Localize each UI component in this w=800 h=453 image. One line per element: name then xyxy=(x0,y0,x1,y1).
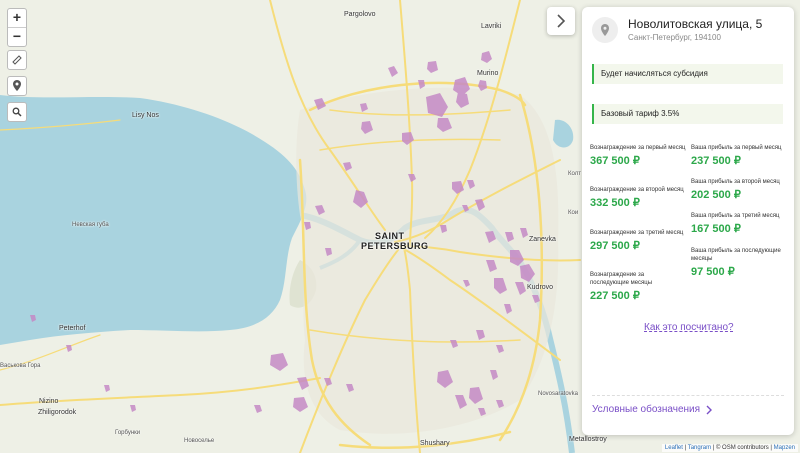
address-title: Новолитовская улица, 5 xyxy=(628,17,763,31)
location-pin-icon xyxy=(601,23,609,36)
tangram-link[interactable]: Tangram xyxy=(688,445,711,451)
reward-value: 227 500 ₽ xyxy=(590,290,640,302)
locate-button[interactable] xyxy=(7,76,27,96)
legend-link-label: Условные обозначения xyxy=(592,404,701,415)
map-label-lavriki: Lavriki xyxy=(481,23,502,30)
map-label-shushary: Shushary xyxy=(420,440,450,447)
reward-value: 297 500 ₽ xyxy=(590,240,640,252)
zoom-control: + − xyxy=(7,8,27,47)
ruler-button[interactable] xyxy=(7,50,27,70)
reward-subsequent-months: Вознаграждение за последующие месяцы 227… xyxy=(590,271,670,302)
map-label-petersburg: PETERSBURG xyxy=(361,241,429,251)
map-label-murino: Murino xyxy=(477,70,499,77)
map-label-novosaratovka: Novosaratovka xyxy=(538,391,579,397)
attribution-separator: | xyxy=(684,445,687,451)
map-label-pargolovo: Pargolovo xyxy=(344,11,376,18)
map-label-koi: Кои xyxy=(568,210,579,216)
reward-label: Вознаграждение за последующие месяцы xyxy=(590,272,653,286)
how-calculated-link[interactable]: Как это посчитано? xyxy=(644,322,734,333)
collapse-panel-button[interactable] xyxy=(547,7,575,35)
profit-value: 237 500 ₽ xyxy=(691,155,741,167)
ruler-icon xyxy=(12,55,22,65)
map-label-novoselye: Новоселье xyxy=(184,438,215,444)
zoom-out-button[interactable]: − xyxy=(8,27,26,46)
search-button[interactable] xyxy=(7,102,27,122)
location-pin-icon xyxy=(13,80,21,91)
info-panel: Новолитовская улица, 5 Санкт-Петербург, … xyxy=(582,7,794,435)
profit-value: 167 500 ₽ xyxy=(691,223,741,235)
map-label-nevskaya-guba: Невская губа xyxy=(72,222,109,228)
reward-first-month: Вознаграждение за первый месяц 367 500 ₽ xyxy=(590,144,690,167)
panel-divider xyxy=(592,395,784,396)
chevron-right-icon xyxy=(557,14,566,28)
zoom-in-button[interactable]: + xyxy=(8,9,26,27)
map-label-saint: SAINT xyxy=(375,231,405,241)
map-attribution: Leaflet | Tangram | © OSM contributors |… xyxy=(661,444,798,452)
map-label-peterhof: Peterhof xyxy=(59,325,86,332)
reward-label: Вознаграждение за первый месяц xyxy=(590,145,686,151)
map-label-gorbunki: Горбунки xyxy=(115,430,141,436)
profit-second-month: Ваша прибыль за второй месяц 202 500 ₽ xyxy=(691,178,791,201)
reward-third-month: Вознаграждение за третий месяц 297 500 ₽ xyxy=(590,229,690,252)
profit-label: Ваша прибыль за первый месяц xyxy=(691,145,782,151)
chevron-right-icon xyxy=(706,405,713,414)
map-label-zhiligorodok: Zhiligorodok xyxy=(38,409,77,416)
leaflet-link[interactable]: Leaflet xyxy=(665,445,683,451)
reward-label: Вознаграждение за третий месяц xyxy=(590,230,684,236)
map-label-nizino: Nizino xyxy=(39,398,59,405)
profit-label: Ваша прибыль за второй месяц xyxy=(691,179,780,185)
search-icon xyxy=(12,107,22,117)
profit-subsequent-months: Ваша прибыль за последующие месяцы 97 50… xyxy=(691,247,791,278)
osm-attribution: | © OSM contributors | xyxy=(712,445,772,451)
map-label-kudrovo: Kudrovo xyxy=(527,284,554,291)
tariff-banner: Базовый тариф 3.5% xyxy=(592,104,783,124)
map-label-kolt: Колт xyxy=(568,171,581,177)
profit-third-month: Ваша прибыль за третий месяц 167 500 ₽ xyxy=(691,212,791,235)
reward-second-month: Вознаграждение за второй месяц 332 500 ₽ xyxy=(590,186,690,209)
reward-value: 367 500 ₽ xyxy=(590,155,640,167)
reward-value: 332 500 ₽ xyxy=(590,197,640,209)
profit-label: Ваша прибыль за третий месяц xyxy=(691,213,780,219)
address-subtitle: Санкт-Петербург, 194100 xyxy=(628,33,721,42)
map-label-vaskovaya-gora: Васькова Гора xyxy=(0,363,41,369)
profit-value: 202 500 ₽ xyxy=(691,189,741,201)
mapzen-link[interactable]: Mapzen xyxy=(774,445,795,451)
map-label-lisy-nos: Lisy Nos xyxy=(132,112,159,119)
profit-first-month: Ваша прибыль за первый месяц 237 500 ₽ xyxy=(691,144,791,167)
map-label-metallostroy: Metallostroy xyxy=(569,436,607,443)
address-pin xyxy=(592,17,618,43)
profit-label: Ваша прибыль за последующие месяцы xyxy=(691,248,781,262)
subsidy-banner: Будет начисляться субсидия xyxy=(592,64,783,84)
reward-label: Вознаграждение за второй месяц xyxy=(590,187,684,193)
profit-value: 97 500 ₽ xyxy=(691,266,735,278)
map-label-zanevka: Zanevka xyxy=(529,236,556,243)
legend-link[interactable]: Условные обозначения xyxy=(592,404,713,415)
